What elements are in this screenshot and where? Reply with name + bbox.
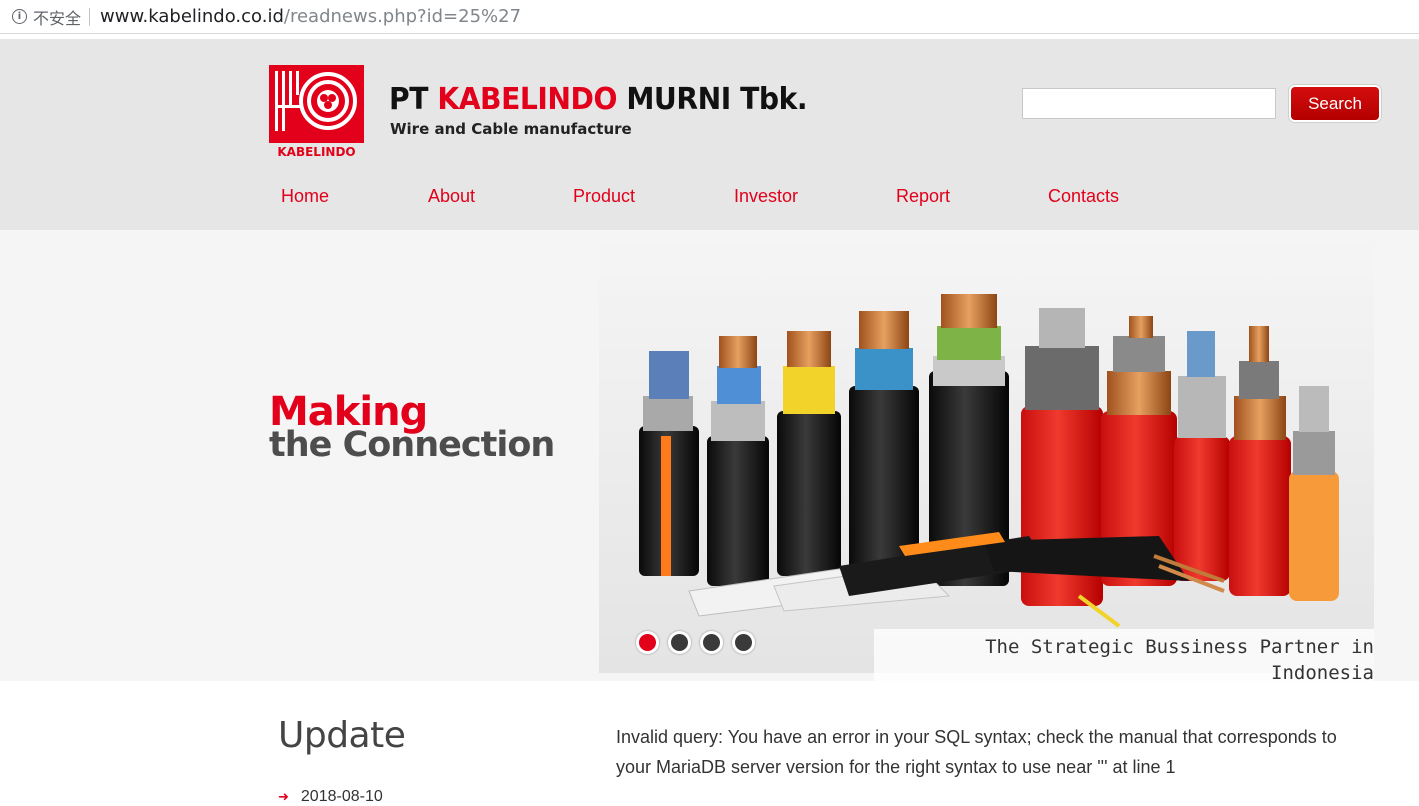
slide-caption: The Strategic Bussiness Partner in Indon… (985, 636, 1374, 681)
brand-highlight: KABELINDO (437, 82, 617, 117)
arrow-icon: ➜ (278, 789, 289, 805)
slide-dot-4[interactable] (732, 631, 755, 654)
search-button[interactable]: Search (1289, 85, 1381, 122)
news-date[interactable]: 2018-08-10 (301, 788, 383, 806)
divider (89, 7, 91, 26)
logo-text: KABELINDO (277, 145, 355, 159)
search-input[interactable] (1022, 88, 1276, 119)
browser-address-bar[interactable]: i 不安全 www.kabelindo.co.id/readnews.php?i… (0, 0, 1419, 34)
brand-prefix: PT (389, 82, 438, 117)
slide-dot-1[interactable] (636, 631, 659, 654)
slider-dots (636, 631, 755, 654)
brand-tagline: Wire and Cable manufacture (390, 120, 632, 138)
nav-contacts[interactable]: Contacts (1048, 186, 1119, 207)
slide-dot-3[interactable] (700, 631, 723, 654)
brand-suffix: MURNI Tbk. (616, 82, 808, 117)
slogan-line-2: the Connection (269, 425, 555, 465)
slide-caption-box: The Strategic Bussiness Partner in Indon… (874, 629, 1374, 681)
info-icon[interactable]: i (12, 9, 27, 24)
nav-product[interactable]: Product (573, 186, 635, 207)
main-nav: Home About Product Investor Report Conta… (0, 186, 1419, 210)
hero-slogan: Making the Connection (269, 392, 555, 465)
kabelindo-logo[interactable]: KABELINDO (269, 65, 364, 159)
url-host: www.kabelindo.co.id (100, 6, 284, 27)
url-field[interactable]: www.kabelindo.co.id/readnews.php?id=25%2… (100, 6, 521, 27)
news-list-item[interactable]: ➜ 2018-08-10 (278, 788, 383, 806)
slide-dot-2[interactable] (668, 631, 691, 654)
nav-report[interactable]: Report (896, 186, 950, 207)
error-message: Invalid query: You have an error in your… (616, 727, 1337, 777)
security-label[interactable]: 不安全 (33, 5, 81, 29)
brand-name: PT KABELINDO MURNI Tbk. (389, 82, 808, 117)
hero-slide-image (599, 236, 1374, 673)
nav-about[interactable]: About (428, 186, 475, 207)
update-heading: Update (278, 715, 406, 756)
url-path: /readnews.php?id=25%27 (283, 6, 522, 27)
nav-home[interactable]: Home (281, 186, 329, 207)
nav-investor[interactable]: Investor (734, 186, 798, 207)
